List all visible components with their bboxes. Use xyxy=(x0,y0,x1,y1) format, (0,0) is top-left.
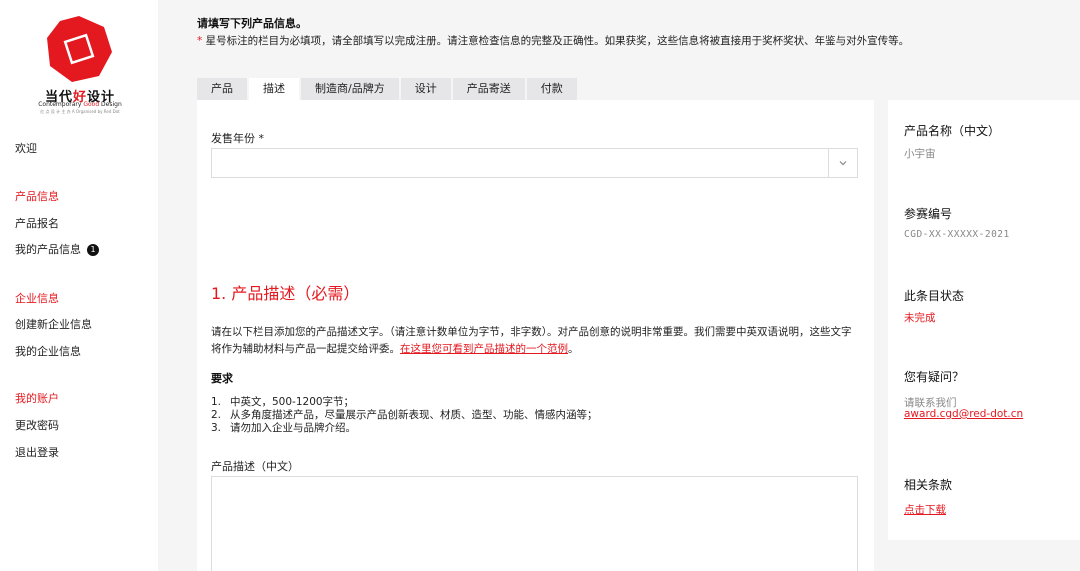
help-label: 您有疑问？ xyxy=(904,370,965,384)
nav-my-products[interactable]: 我的产品信息 1 xyxy=(15,241,99,257)
notice-title: 请填写下列产品信息。 xyxy=(197,17,307,30)
terms-download-link[interactable]: 点击下载 xyxy=(904,502,946,517)
nav-logout[interactable]: 退出登录 xyxy=(15,444,59,460)
nav-welcome[interactable]: 欢迎 xyxy=(15,140,37,156)
entry-number-value: CGD-XX-XXXXX-2021 xyxy=(904,229,1010,240)
count-badge: 1 xyxy=(87,244,99,256)
section-title: 1. 产品描述（必需） xyxy=(211,284,360,303)
help-email-link[interactable]: award.cgd@red-dot.cn xyxy=(904,408,1023,420)
entry-number-label: 参赛编号 xyxy=(904,207,953,221)
nav-my-products-label: 我的产品信息 xyxy=(15,243,81,256)
description-end: 。 xyxy=(568,343,579,355)
tab-shipping[interactable]: 产品寄送 xyxy=(452,78,525,100)
nav-section-account: 我的账户 xyxy=(15,392,59,405)
sale-year-label: 发售年份 * xyxy=(211,132,264,145)
tab-design[interactable]: 设计 xyxy=(400,78,451,100)
status-value: 未完成 xyxy=(904,312,936,324)
list-item: 3. 请勿加入企业与品牌介绍。 xyxy=(211,422,356,434)
cn-description-label: 产品描述（中文） xyxy=(211,460,299,473)
nav-my-company[interactable]: 我的企业信息 xyxy=(15,343,81,359)
tab-product[interactable]: 产品 xyxy=(197,78,247,100)
description-instructions: 请在以下栏目添加您的产品描述文字。（请注意计数单位为字节，非字数）。对产品创意的… xyxy=(211,324,861,358)
requirements-list: 1. 中英文，500-1200字节； 2. 从多角度描述产品，尽量展示产品创新表现、… xyxy=(211,396,851,435)
sidebar: 当代好设计 Contemporary Good Design 红 点 设 计 主… xyxy=(0,0,158,571)
brand-logo[interactable]: 当代好设计 Contemporary Good Design 红 点 设 计 主… xyxy=(38,14,122,116)
nav-section-company: 企业信息 xyxy=(15,292,59,305)
requirements-title: 要求 xyxy=(211,372,233,385)
notice-text: * 星号标注的栏目为必填项，请全部填写以完成注册。请注意检查信息的完整及正确性。… xyxy=(197,33,909,48)
select-divider xyxy=(828,149,829,177)
example-link[interactable]: 在这里您可看到产品描述的一个范例 xyxy=(400,343,568,355)
nav-change-password[interactable]: 更改密码 xyxy=(15,417,59,433)
nav-create-company[interactable]: 创建新企业信息 xyxy=(15,316,92,332)
terms-label: 相关条款 xyxy=(904,478,953,492)
product-name-value: 小宇宙 xyxy=(904,148,936,160)
logo-mark-icon xyxy=(47,16,112,82)
description-form: 发售年份 * 1. 产品描述（必需） 请在以下栏目添加您的产品描述文字。（请注意… xyxy=(197,100,874,571)
tab-payment[interactable]: 付款 xyxy=(526,78,577,100)
list-item: 2. 从多角度描述产品，尽量展示产品创新表现、材质、造型、功能、情感内涵等； xyxy=(211,409,598,421)
entry-info-panel: 产品名称（中文） 小宇宙 参赛编号 CGD-XX-XXXXX-2021 此条目状… xyxy=(888,100,1080,540)
notice-body: 星号标注的栏目为必填项，请全部填写以完成注册。请注意检查信息的完整及正确性。如果… xyxy=(202,35,910,47)
nav-section-product: 产品信息 xyxy=(15,190,59,203)
cn-description-textarea[interactable] xyxy=(211,476,858,571)
tab-description[interactable]: 描述 xyxy=(249,78,299,100)
form-tabs: 产品 描述 制造商/品牌方 设计 产品寄送 付款 xyxy=(197,78,579,100)
status-label: 此条目状态 xyxy=(904,289,965,303)
product-name-label: 产品名称（中文） xyxy=(904,124,1001,138)
chevron-down-icon xyxy=(839,161,847,166)
logo-english-text: Contemporary Good Design xyxy=(38,101,122,108)
nav-product-register[interactable]: 产品报名 xyxy=(15,215,59,231)
tab-manufacturer[interactable]: 制造商/品牌方 xyxy=(301,78,399,100)
sale-year-select[interactable] xyxy=(211,148,858,178)
list-item: 1. 中英文，500-1200字节； xyxy=(211,396,355,408)
logo-subtitle: 红 点 设 计 主 办 A Organised by Red Dot xyxy=(40,109,120,114)
